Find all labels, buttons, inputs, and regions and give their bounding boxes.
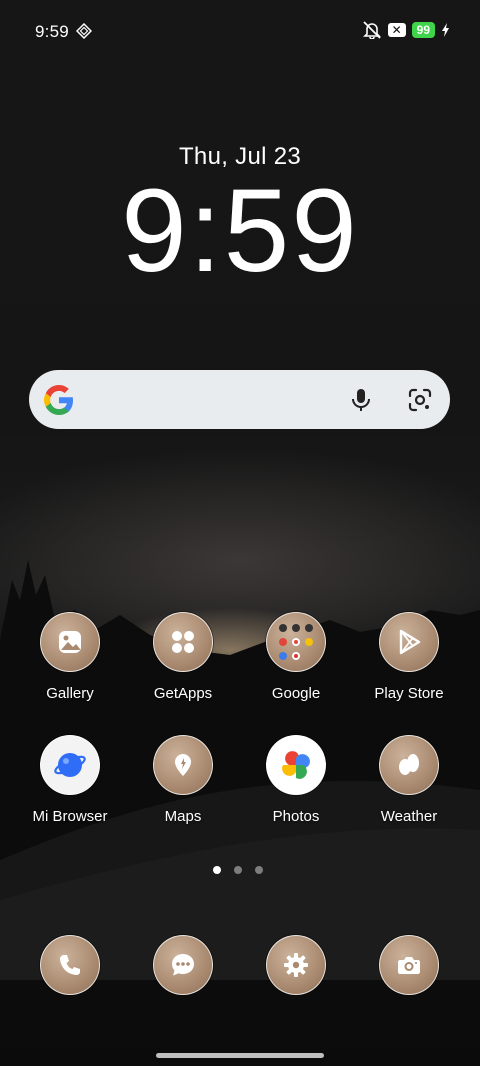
- page-dot-1[interactable]: [213, 866, 221, 874]
- camera-icon[interactable]: [379, 935, 439, 995]
- app-label: GetApps: [153, 685, 213, 702]
- page-dot-2[interactable]: [234, 866, 242, 874]
- dock-messages[interactable]: [127, 935, 239, 995]
- dock-settings[interactable]: [240, 935, 352, 995]
- clock-time[interactable]: 9:59: [0, 172, 480, 290]
- getapps-icon[interactable]: [153, 612, 213, 672]
- app-label: Google: [271, 685, 321, 702]
- app-label: Weather: [380, 808, 438, 825]
- gallery-icon[interactable]: [40, 612, 100, 672]
- settings-icon[interactable]: [266, 935, 326, 995]
- charging-bolt-icon: [442, 23, 449, 37]
- app-maps[interactable]: Maps: [127, 735, 239, 825]
- google-lens-icon[interactable]: [406, 386, 434, 414]
- dock-phone[interactable]: [14, 935, 126, 995]
- app-label: Photos: [272, 808, 320, 825]
- mute-icon: [362, 21, 381, 39]
- google-search-bar[interactable]: [29, 370, 450, 429]
- x-box-icon: ✕: [387, 23, 406, 37]
- play-store-icon[interactable]: [379, 612, 439, 672]
- app-photos[interactable]: Photos: [240, 735, 352, 825]
- weather-icon[interactable]: [379, 735, 439, 795]
- app-mi-browser[interactable]: Mi Browser: [14, 735, 126, 825]
- app-google-folder[interactable]: Google: [240, 612, 352, 702]
- app-play-store[interactable]: Play Store: [353, 612, 465, 702]
- diamond-icon: [76, 23, 92, 39]
- app-getapps[interactable]: GetApps: [127, 612, 239, 702]
- status-bar: 9:59 ✕ 99: [0, 0, 480, 62]
- battery-icon: 99: [411, 22, 435, 38]
- page-indicator[interactable]: [213, 866, 263, 874]
- google-folder-icon[interactable]: [266, 612, 326, 672]
- mi-browser-icon[interactable]: [40, 735, 100, 795]
- messages-icon[interactable]: [153, 935, 213, 995]
- maps-icon[interactable]: [153, 735, 213, 795]
- app-gallery[interactable]: Gallery: [14, 612, 126, 702]
- page-dot-3[interactable]: [255, 866, 263, 874]
- photos-icon[interactable]: [266, 735, 326, 795]
- app-weather[interactable]: Weather: [353, 735, 465, 825]
- dock-camera[interactable]: [353, 935, 465, 995]
- app-label: Play Store: [374, 685, 444, 702]
- gesture-navigation-bar[interactable]: [156, 1053, 324, 1058]
- phone-icon[interactable]: [40, 935, 100, 995]
- mic-icon[interactable]: [347, 386, 375, 414]
- app-label: Maps: [164, 808, 202, 825]
- google-g-icon: [44, 385, 73, 415]
- status-time: 9:59: [35, 22, 69, 41]
- app-label: Mi Browser: [32, 808, 108, 825]
- app-label: Gallery: [46, 685, 94, 702]
